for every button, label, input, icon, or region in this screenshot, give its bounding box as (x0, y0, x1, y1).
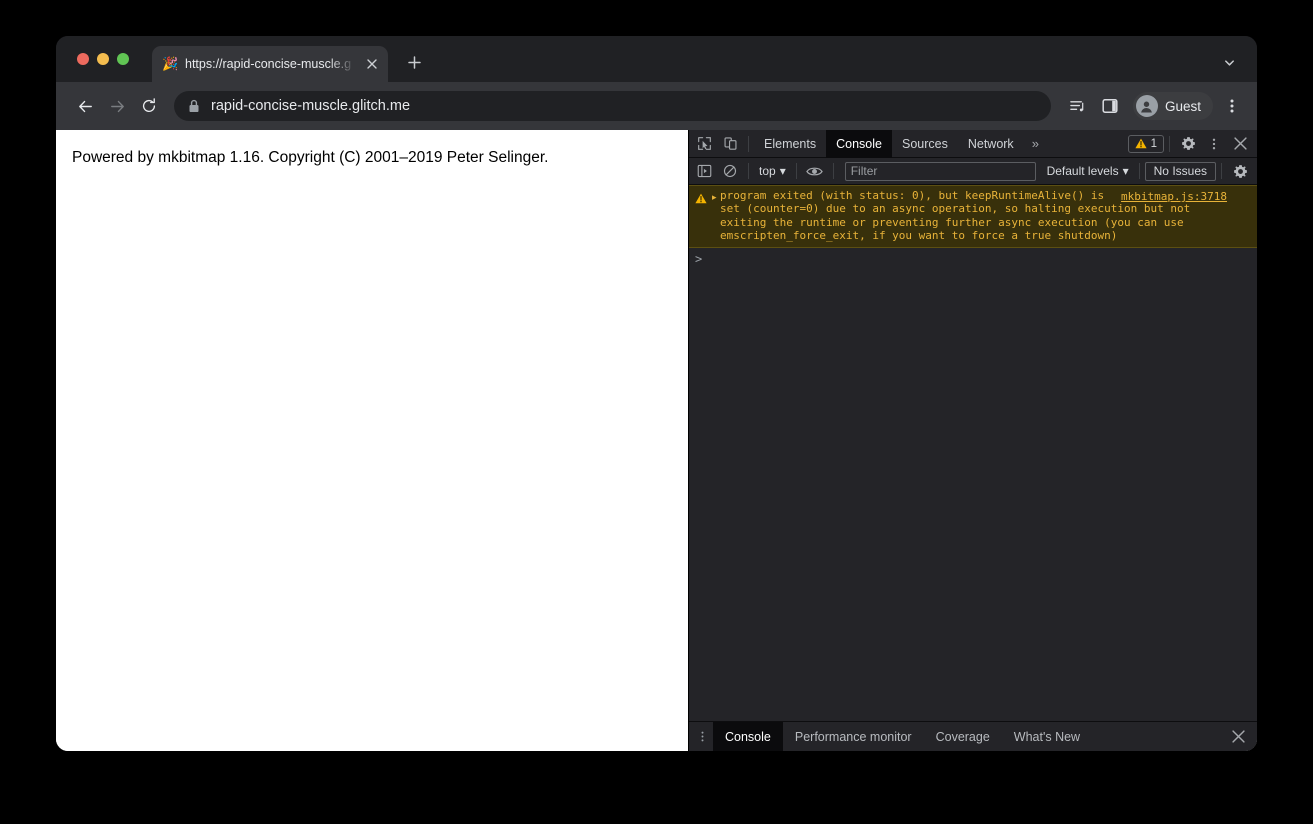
devtools-panel: Elements Console Sources Network » 1 top… (688, 129, 1257, 751)
console-warning-message[interactable]: ▸ program exited (with status: 0), but k… (689, 185, 1257, 248)
device-toolbar-icon (724, 137, 737, 150)
prompt-caret-icon: > (695, 251, 703, 266)
execution-context-value: top (759, 164, 776, 178)
viewport: Powered by mkbitmap 1.16. Copyright (C) … (56, 129, 1257, 751)
devtools-tab-sources[interactable]: Sources (892, 130, 958, 158)
plus-icon (407, 55, 421, 69)
close-window-button[interactable] (77, 53, 89, 65)
warning-count: 1 (1150, 137, 1157, 150)
console-filter-bar: top ▾ Default levels ▾ No Issues (689, 158, 1257, 185)
live-expression-eye-icon (806, 167, 823, 175)
warning-triangle-icon (1134, 138, 1147, 149)
tab-title: https://rapid-concise-muscle.g (185, 57, 352, 71)
console-sidebar-button[interactable] (691, 159, 717, 183)
minimize-window-button[interactable] (97, 53, 109, 65)
drawer-tab-coverage[interactable]: Coverage (924, 722, 1002, 752)
tab-strip: 🎉 https://rapid-concise-muscle.g (56, 36, 1257, 82)
web-page-content: Powered by mkbitmap 1.16. Copyright (C) … (56, 130, 688, 751)
inspect-element-icon (697, 137, 711, 150)
gear-icon (1181, 137, 1195, 150)
back-button[interactable] (70, 91, 100, 121)
close-icon (1233, 137, 1247, 150)
warning-triangle-icon (695, 191, 709, 243)
url-text: rapid-concise-muscle.glitch.me (211, 98, 411, 114)
reload-button[interactable] (134, 91, 164, 121)
device-toolbar-button[interactable] (717, 132, 743, 156)
divider (832, 163, 834, 179)
chevron-down-icon: ▾ (779, 164, 786, 178)
forward-button[interactable] (102, 91, 132, 121)
tab-search-button[interactable] (1215, 48, 1243, 76)
three-dot-menu-icon (701, 731, 703, 742)
drawer-menu-button[interactable] (691, 722, 713, 752)
drawer-tab-console[interactable]: Console (713, 721, 783, 751)
issues-button[interactable]: No Issues (1144, 161, 1216, 181)
arrow-right-icon (110, 100, 124, 112)
clear-console-button[interactable] (717, 159, 743, 183)
address-bar[interactable]: rapid-concise-muscle.glitch.me (174, 91, 1051, 121)
chevron-down-icon (1224, 59, 1234, 66)
devtools-drawer: Console Performance monitor Coverage Wha… (689, 721, 1257, 751)
close-icon (367, 59, 377, 69)
browser-tab[interactable]: 🎉 https://rapid-concise-muscle.g (152, 46, 388, 82)
drawer-tab-performance-monitor[interactable]: Performance monitor (783, 722, 924, 752)
inspect-element-button[interactable] (691, 132, 717, 156)
chevron-down-icon: ▾ (1122, 164, 1129, 178)
clear-console-icon (723, 164, 737, 178)
avatar (1135, 95, 1158, 117)
console-sidebar-icon (697, 164, 711, 178)
devtools-settings-button[interactable] (1175, 132, 1201, 156)
gear-icon (1233, 164, 1247, 178)
log-levels-value: Default levels (1046, 164, 1119, 178)
new-tab-button[interactable] (400, 48, 428, 76)
lock-icon (189, 99, 199, 112)
divider (748, 163, 749, 179)
warning-count-badge[interactable]: 1 (1127, 134, 1164, 153)
close-tab-button[interactable] (363, 55, 381, 73)
devtools-tab-console[interactable]: Console (826, 129, 892, 158)
person-icon (1141, 101, 1153, 112)
expand-caret-icon[interactable]: ▸ (709, 189, 720, 243)
profile-button[interactable]: Guest (1132, 92, 1213, 120)
console-prompt[interactable]: > (689, 248, 1257, 270)
divider (1221, 163, 1222, 179)
drawer-tab-whats-new[interactable]: What's New (1002, 722, 1092, 752)
divider (795, 163, 797, 179)
close-drawer-button[interactable] (1223, 722, 1253, 752)
party-popper-icon: 🎉 (162, 56, 179, 71)
browser-toolbar: rapid-concise-muscle.glitch.me Guest (56, 82, 1257, 130)
console-message-list[interactable]: ▸ program exited (with status: 0), but k… (689, 185, 1257, 721)
live-expression-button[interactable] (802, 159, 828, 183)
three-dot-menu-icon (1230, 99, 1234, 113)
browser-window: 🎉 https://rapid-concise-muscle.g rapid-c… (56, 36, 1257, 751)
divider (748, 135, 749, 152)
reading-list-icon[interactable] (1063, 91, 1093, 121)
page-body-text: Powered by mkbitmap 1.16. Copyright (C) … (72, 149, 549, 166)
browser-menu-button[interactable] (1217, 91, 1247, 121)
console-settings-button[interactable] (1227, 159, 1253, 183)
execution-context-select[interactable]: top ▾ (754, 164, 791, 178)
reload-icon (142, 98, 156, 112)
arrow-left-icon (78, 100, 92, 112)
devtools-tabbar: Elements Console Sources Network » 1 (689, 129, 1257, 158)
profile-name: Guest (1164, 98, 1201, 114)
console-filter-input[interactable] (844, 161, 1036, 181)
log-levels-select[interactable]: Default levels ▾ (1042, 164, 1134, 178)
close-devtools-button[interactable] (1227, 132, 1253, 156)
maximize-window-button[interactable] (117, 53, 129, 65)
three-dot-menu-icon (1212, 138, 1216, 149)
side-panel-icon[interactable] (1095, 91, 1125, 121)
divider (1169, 135, 1170, 152)
more-tabs-button[interactable]: » (1024, 136, 1047, 151)
devtools-tab-elements[interactable]: Elements (754, 130, 826, 158)
warning-source-link[interactable]: mkbitmap.js:3718 (1121, 190, 1227, 203)
divider (1138, 163, 1140, 179)
close-icon (1231, 730, 1245, 743)
devtools-tab-network[interactable]: Network (958, 130, 1024, 158)
window-controls (77, 53, 129, 65)
devtools-menu-button[interactable] (1201, 132, 1227, 156)
